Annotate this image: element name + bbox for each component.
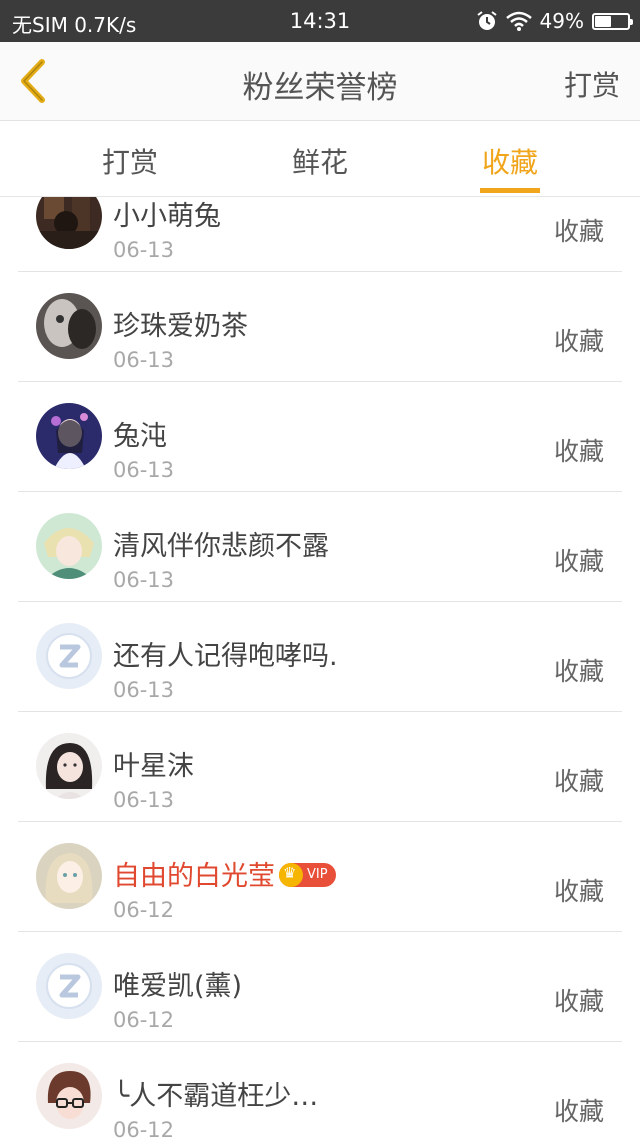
status-icons: 49% bbox=[476, 9, 633, 33]
user-name-text: 自由的白光莹 bbox=[113, 861, 275, 892]
date-text: 06-13 bbox=[113, 348, 175, 372]
list-item[interactable]: 还有人记得咆哮吗. 06-13 收藏 bbox=[18, 602, 622, 712]
crown-icon bbox=[279, 862, 303, 887]
action-label: 收藏 bbox=[553, 547, 604, 576]
user-name: 自由的白光莹 VIP bbox=[113, 854, 336, 893]
user-name-text: 珍珠爱奶茶 bbox=[113, 311, 248, 342]
avatar[interactable] bbox=[36, 197, 102, 249]
user-name: ╰人不霸道枉少… bbox=[113, 1074, 318, 1113]
user-name: 叶星沫 bbox=[113, 744, 194, 783]
tab-favorites[interactable]: 收藏 bbox=[430, 121, 590, 196]
user-name: 还有人记得咆哮吗. bbox=[113, 634, 338, 673]
list-item[interactable]: 自由的白光莹 VIP 06-12 收藏 bbox=[18, 822, 622, 932]
user-name: 珍珠爱奶茶 bbox=[113, 304, 248, 343]
tip-button[interactable]: 打赏 bbox=[564, 64, 620, 104]
status-bar: 无SIM 0.7K/s 14:31 49% bbox=[0, 0, 640, 42]
date-text: 06-13 bbox=[113, 238, 175, 262]
fan-list[interactable]: 小小萌兔 06-13 收藏 珍珠爱奶茶 06-13 收藏 兔沌 06-13 收藏 清风伴你悲颜不露… bbox=[0, 197, 640, 1138]
avatar[interactable] bbox=[36, 293, 102, 359]
user-name-text: 清风伴你悲颜不露 bbox=[113, 531, 329, 562]
avatar[interactable] bbox=[36, 403, 102, 469]
action-label: 收藏 bbox=[553, 1097, 604, 1126]
wifi-icon bbox=[505, 11, 532, 31]
user-name-text: 小小萌兔 bbox=[113, 201, 221, 232]
user-name: 清风伴你悲颜不露 bbox=[113, 524, 329, 563]
list-item[interactable]: ╰人不霸道枉少… 06-12 收藏 bbox=[18, 1042, 622, 1138]
date-text: 06-12 bbox=[113, 1008, 175, 1032]
date-text: 06-12 bbox=[113, 1118, 175, 1138]
user-name: 兔沌 bbox=[113, 414, 167, 453]
list-item[interactable]: 兔沌 06-13 收藏 bbox=[18, 382, 622, 492]
user-name-text: 兔沌 bbox=[113, 421, 167, 452]
avatar[interactable] bbox=[36, 1063, 102, 1129]
avatar[interactable] bbox=[36, 623, 102, 689]
date-text: 06-13 bbox=[113, 678, 175, 702]
active-tab-indicator bbox=[480, 188, 540, 193]
action-label: 收藏 bbox=[553, 437, 604, 466]
user-name-text: 唯爱凯(薰) bbox=[113, 971, 243, 1002]
list-item[interactable]: 小小萌兔 06-13 收藏 bbox=[18, 197, 622, 272]
list-item[interactable]: 叶星沫 06-13 收藏 bbox=[18, 712, 622, 822]
date-text: 06-12 bbox=[113, 898, 175, 922]
tab-flowers[interactable]: 鲜花 bbox=[240, 121, 400, 196]
list-item[interactable]: 清风伴你悲颜不露 06-13 收藏 bbox=[18, 492, 622, 602]
action-label: 收藏 bbox=[553, 217, 604, 246]
action-label: 收藏 bbox=[553, 877, 604, 906]
nav-header: 粉丝荣誉榜 打赏 bbox=[0, 42, 640, 121]
tab-label: 鲜花 bbox=[291, 146, 348, 179]
avatar[interactable] bbox=[36, 733, 102, 799]
date-text: 06-13 bbox=[113, 458, 175, 482]
battery-percent: 49% bbox=[539, 9, 584, 33]
tab-tip[interactable]: 打赏 bbox=[50, 121, 210, 196]
vip-badge: VIP bbox=[279, 862, 336, 887]
user-name-text: 叶星沫 bbox=[113, 751, 194, 782]
avatar[interactable] bbox=[36, 513, 102, 579]
action-label: 收藏 bbox=[553, 987, 604, 1016]
list-item[interactable]: 唯爱凯(薰) 06-12 收藏 bbox=[18, 932, 622, 1042]
action-label: 收藏 bbox=[553, 327, 604, 356]
date-text: 06-13 bbox=[113, 568, 175, 592]
date-text: 06-13 bbox=[113, 788, 175, 812]
user-name: 唯爱凯(薰) bbox=[113, 964, 242, 1003]
page-title: 粉丝荣誉榜 bbox=[242, 70, 398, 106]
tab-label: 打赏 bbox=[101, 146, 158, 179]
tab-label: 收藏 bbox=[481, 146, 538, 179]
user-name-text: 还有人记得咆哮吗. bbox=[113, 641, 338, 672]
action-label: 收藏 bbox=[553, 767, 604, 796]
avatar[interactable] bbox=[36, 953, 102, 1019]
vip-label: VIP bbox=[307, 867, 328, 882]
battery-icon bbox=[592, 12, 633, 30]
avatar[interactable] bbox=[36, 843, 102, 909]
alarm-icon bbox=[476, 11, 497, 30]
user-name-text: ╰人不霸道枉少… bbox=[113, 1081, 319, 1112]
user-name: 小小萌兔 bbox=[113, 197, 221, 233]
tab-bar: 打赏 鲜花 收藏 bbox=[0, 121, 640, 197]
action-label: 收藏 bbox=[553, 657, 604, 686]
list-item[interactable]: 珍珠爱奶茶 06-13 收藏 bbox=[18, 272, 622, 382]
